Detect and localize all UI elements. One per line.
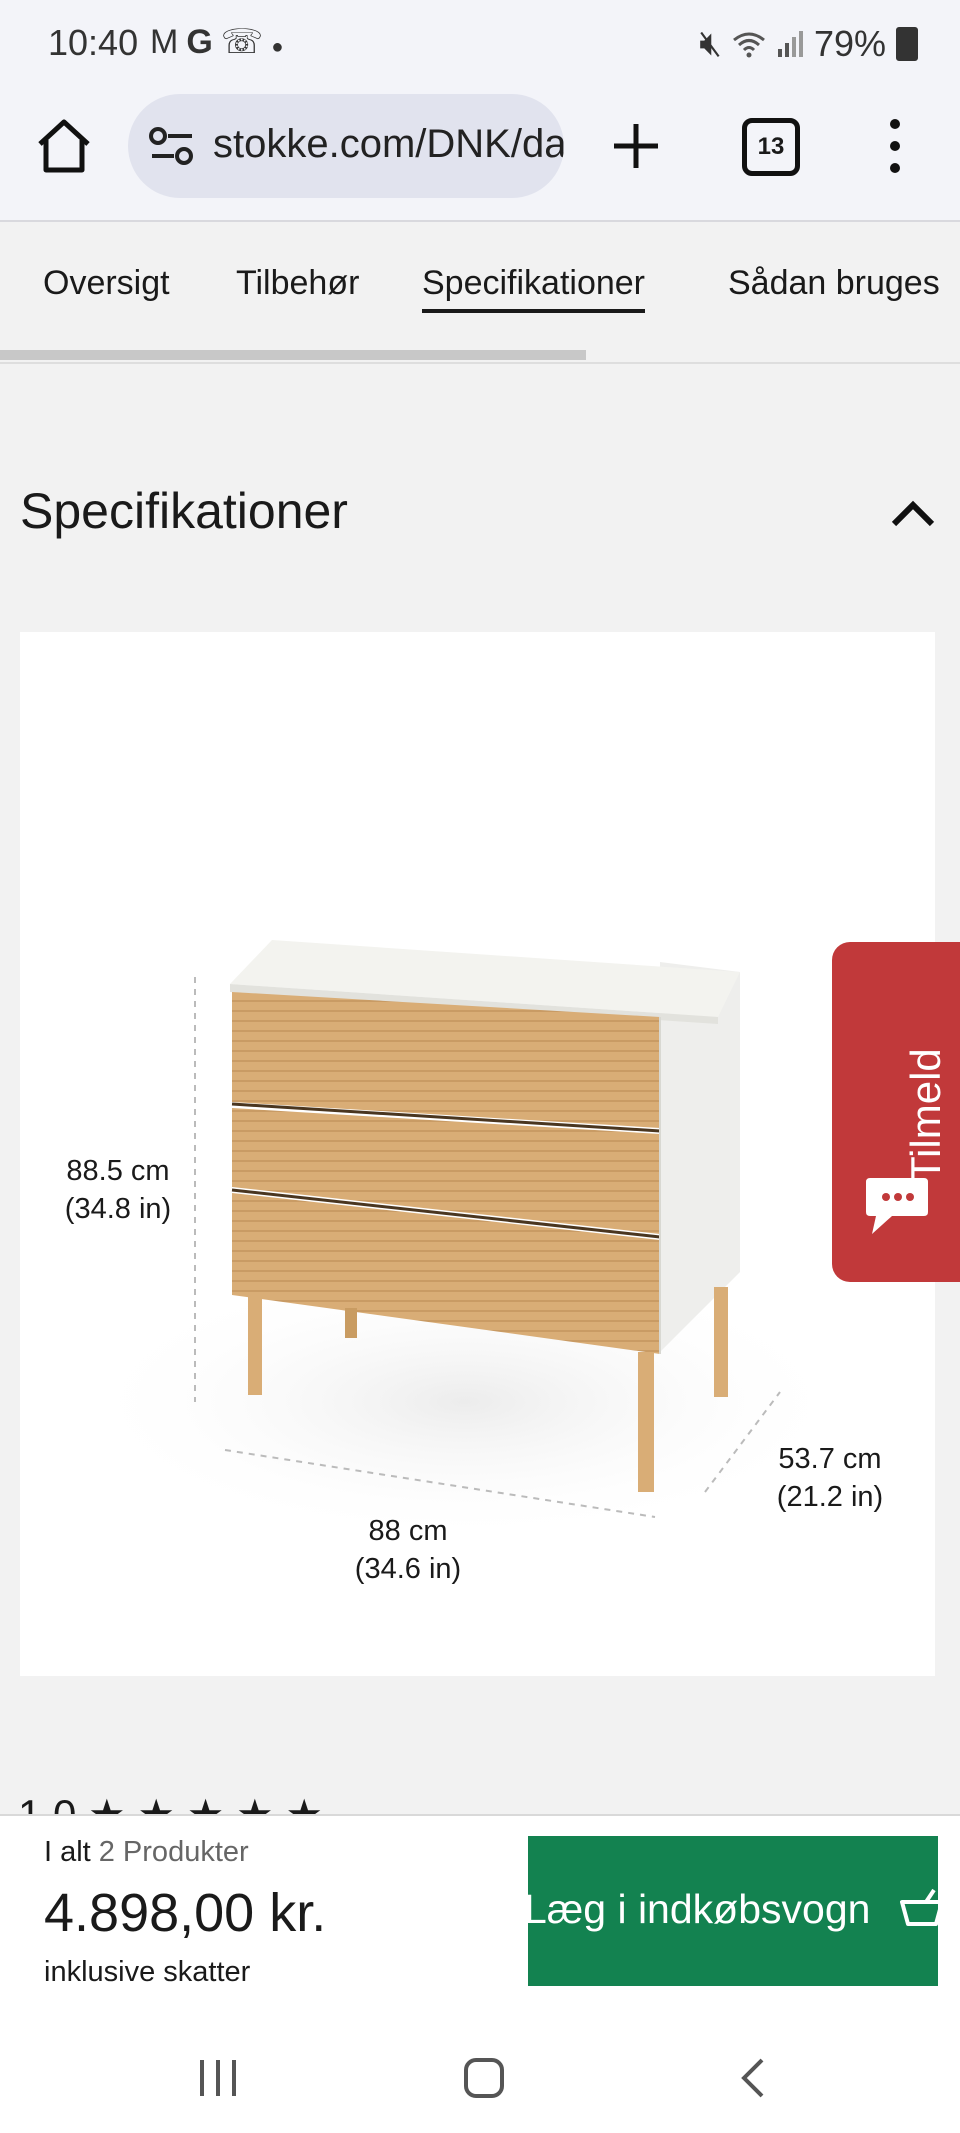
depth-in: (21.2 in)	[776, 1481, 884, 1513]
width-cm: 88 cm	[368, 1515, 448, 1547]
signal-icon	[777, 30, 803, 57]
back-icon[interactable]	[734, 2056, 770, 2100]
status-time: 10:40	[48, 22, 139, 63]
width-dimension: 88 cm (34.6 in)	[318, 1512, 498, 1588]
recent-apps-icon[interactable]	[196, 2056, 240, 2100]
tab-tilbehor[interactable]: Tilbehør	[236, 264, 359, 303]
mute-icon: 🔇︎	[699, 22, 722, 63]
height-dimension: 88.5 cm (34.8 in)	[48, 1152, 188, 1228]
add-to-cart-label: Læg i indkøbsvogn	[528, 1886, 871, 1932]
chat-bubble-icon	[866, 1178, 928, 1234]
depth-cm: 53.7 cm	[778, 1443, 882, 1475]
width-in: (34.6 in)	[354, 1553, 462, 1585]
more-menu-icon[interactable]	[880, 114, 910, 178]
status-bar: 10:40 MG☏● 🔇︎ 79%	[0, 0, 960, 88]
product-count: 2 Produkter	[98, 1836, 249, 1868]
total-label: I alt 2 Produkter	[44, 1836, 249, 1869]
rating-peek: 1.0 ★ ★ ★ ★ ★	[18, 1790, 378, 1814]
missed-call-icon: ☏	[220, 23, 272, 61]
product-dimensions-image: 88.5 cm (34.8 in) 88 cm (34.6 in) 53.7 c…	[20, 632, 935, 1676]
dot-icon: ●	[271, 36, 292, 58]
browser-toolbar: stokke.com/DNK/da-dk/ 13	[0, 88, 960, 222]
depth-dimension: 53.7 cm (21.2 in)	[750, 1440, 910, 1516]
cart-bar: I alt 2 Produkter 4.898,00 kr. inklusive …	[0, 1814, 960, 2016]
section-tabs: Oversigt Tilbehør Specifikationer Sådan …	[0, 222, 960, 364]
battery-percent: 79%	[813, 22, 886, 64]
address-bar[interactable]: stokke.com/DNK/da-dk/	[128, 94, 564, 198]
tab-oversigt[interactable]: Oversigt	[43, 264, 170, 303]
add-to-cart-button[interactable]: Læg i indkøbsvogn	[528, 1836, 938, 1986]
status-right: 🔇︎ 79%	[699, 22, 918, 65]
wifi-icon	[733, 32, 765, 57]
notification-icons: MG☏●	[150, 22, 291, 62]
newsletter-signup-tab[interactable]: Tilmeld	[832, 942, 960, 1282]
gmail-icon: M	[150, 23, 187, 61]
site-settings-icon[interactable]	[148, 124, 196, 168]
total-text: I alt	[44, 1836, 91, 1868]
system-nav-bar	[0, 2014, 960, 2133]
tab-sadan-bruges[interactable]: Sådan bruges	[728, 264, 940, 303]
tab-switcher-button[interactable]: 13	[742, 118, 800, 176]
height-cm: 88.5 cm	[66, 1155, 170, 1187]
tab-scroll-indicator	[0, 350, 586, 360]
tax-note: inklusive skatter	[44, 1956, 251, 1988]
tab-specifikationer[interactable]: Specifikationer	[422, 264, 646, 313]
cart-icon	[900, 1888, 938, 1926]
section-title: Specifikationer	[20, 483, 348, 539]
battery-icon	[896, 26, 918, 61]
google-icon: G	[186, 23, 221, 61]
total-price: 4.898,00 kr.	[44, 1883, 327, 1943]
url-text: stokke.com/DNK/da-dk/	[213, 122, 564, 166]
new-tab-icon[interactable]	[606, 116, 666, 176]
height-in: (34.8 in)	[64, 1193, 172, 1225]
home-nav-icon[interactable]	[462, 2056, 506, 2100]
newsletter-label: Tilmeld	[902, 1048, 949, 1182]
chevron-up-icon[interactable]	[888, 490, 938, 540]
home-icon[interactable]	[32, 114, 96, 178]
